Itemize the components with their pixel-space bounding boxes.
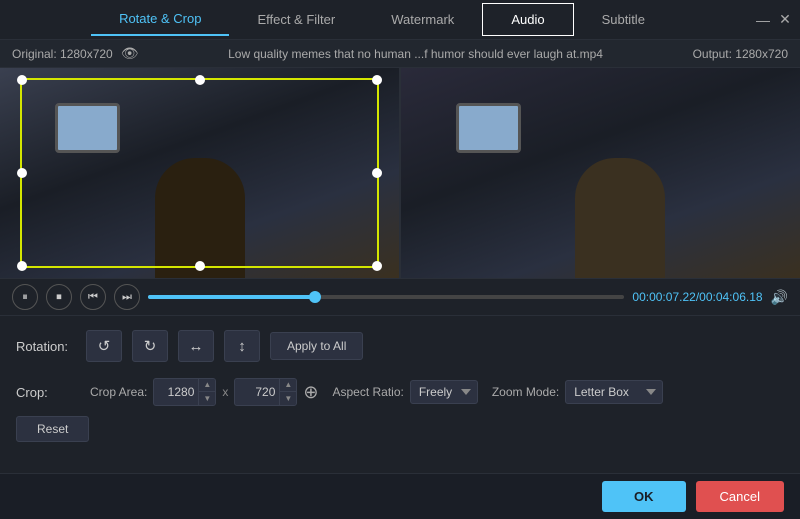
- bottom-panel: Rotation: ↺ ↻ ↔ ↕ Apply to All Crop: Cro…: [0, 316, 800, 452]
- reset-button[interactable]: Reset: [16, 416, 89, 442]
- progress-fill: [148, 295, 315, 299]
- output-size-label: Output: 1280x720: [693, 47, 788, 61]
- video-frame-right: [401, 68, 800, 278]
- tab-bar: Rotate & Crop Effect & Filter Watermark …: [8, 3, 756, 36]
- flip-horizontal-icon: ↔: [189, 338, 204, 355]
- tab-rotate-crop[interactable]: Rotate & Crop: [91, 3, 229, 36]
- preview-area: [0, 68, 800, 278]
- original-size-label: Original: 1280x720: [12, 47, 113, 61]
- pause-button[interactable]: ⏸: [12, 284, 38, 310]
- crop-handle-middle-left[interactable]: [17, 168, 27, 178]
- tab-subtitle[interactable]: Subtitle: [574, 4, 673, 35]
- info-bar: Original: 1280x720 👁 Low quality memes t…: [0, 40, 800, 68]
- height-spin-up[interactable]: ▲: [280, 379, 296, 392]
- width-spin-down[interactable]: ▼: [199, 392, 215, 405]
- next-button[interactable]: ⏭: [114, 284, 140, 310]
- flip-horizontal-button[interactable]: ↔: [178, 330, 214, 362]
- flip-vertical-icon: ↕: [238, 338, 246, 355]
- filename-label: Low quality memes that no human ...f hum…: [139, 47, 693, 61]
- crop-area-label: Crop Area:: [90, 385, 147, 399]
- rotate-right-button[interactable]: ↻: [132, 330, 168, 362]
- rotation-label: Rotation:: [16, 339, 76, 354]
- title-bar: Rotate & Crop Effect & Filter Watermark …: [0, 0, 800, 40]
- crop-handle-middle-right[interactable]: [372, 168, 382, 178]
- progress-thumb[interactable]: [309, 291, 321, 303]
- crop-handle-top-center[interactable]: [195, 75, 205, 85]
- window-controls: — ✕: [756, 13, 792, 27]
- current-time: 00:00:07.22: [632, 290, 695, 304]
- prev-button[interactable]: ⏮: [80, 284, 106, 310]
- person-silhouette-right: [575, 158, 665, 278]
- tab-watermark[interactable]: Watermark: [363, 4, 482, 35]
- crop-handle-bottom-center[interactable]: [195, 261, 205, 271]
- tv-screen-right: [456, 103, 521, 153]
- footer: OK Cancel: [0, 473, 800, 519]
- zoom-mode-group: Zoom Mode: Letter Box Pan & Scan Full: [492, 380, 663, 404]
- original-info: Original: 1280x720 👁: [12, 45, 139, 62]
- crop-label: Crop:: [16, 385, 76, 400]
- width-spin-up[interactable]: ▲: [199, 379, 215, 392]
- crop-handle-top-left[interactable]: [17, 75, 27, 85]
- aspect-ratio-select[interactable]: Freely 16:9 4:3 1:1 9:16: [410, 380, 478, 404]
- cancel-button[interactable]: Cancel: [696, 481, 784, 512]
- crop-handle-bottom-right[interactable]: [372, 261, 382, 271]
- visibility-icon[interactable]: 👁: [121, 45, 139, 62]
- tab-effect-filter[interactable]: Effect & Filter: [229, 4, 363, 35]
- crop-frame[interactable]: [20, 78, 379, 268]
- height-spin-down[interactable]: ▼: [280, 392, 296, 405]
- center-crop-icon[interactable]: ⊕: [303, 382, 318, 403]
- progress-track[interactable]: [148, 295, 624, 299]
- height-spin-buttons: ▲ ▼: [279, 379, 296, 405]
- crop-row: Crop: Crop Area: ▲ ▼ x ▲ ▼ ⊕ Aspect Rat: [16, 378, 784, 406]
- zoom-mode-label: Zoom Mode:: [492, 385, 559, 399]
- preview-left: [0, 68, 399, 278]
- ok-button[interactable]: OK: [602, 481, 686, 512]
- crop-width-input[interactable]: [154, 381, 198, 403]
- rotation-row: Rotation: ↺ ↻ ↔ ↕ Apply to All: [16, 330, 784, 362]
- aspect-ratio-label: Aspect Ratio:: [332, 385, 403, 399]
- zoom-mode-select[interactable]: Letter Box Pan & Scan Full: [565, 380, 663, 404]
- preview-right: [401, 68, 800, 278]
- crop-height-input[interactable]: [235, 381, 279, 403]
- width-spin-buttons: ▲ ▼: [198, 379, 215, 405]
- crop-handle-bottom-left[interactable]: [17, 261, 27, 271]
- time-display: 00:00:07.22/00:04:06.18: [632, 290, 762, 304]
- rotate-left-icon: ↺: [98, 337, 111, 355]
- total-time: 00:04:06.18: [699, 290, 762, 304]
- height-input-wrap: ▲ ▼: [234, 378, 297, 406]
- stop-button[interactable]: ⏹: [46, 284, 72, 310]
- rotate-right-icon: ↻: [144, 337, 157, 355]
- controls-bar: ⏸ ⏹ ⏮ ⏭ 00:00:07.22/00:04:06.18 🔊: [0, 278, 800, 316]
- rotate-left-button[interactable]: ↺: [86, 330, 122, 362]
- minimize-button[interactable]: —: [756, 13, 770, 27]
- crop-area-group: Crop Area: ▲ ▼ x ▲ ▼ ⊕: [90, 378, 318, 406]
- close-button[interactable]: ✕: [778, 13, 792, 27]
- size-separator: x: [222, 385, 228, 399]
- volume-icon[interactable]: 🔊: [771, 289, 788, 306]
- crop-handle-top-right[interactable]: [372, 75, 382, 85]
- apply-to-all-button[interactable]: Apply to All: [270, 332, 363, 360]
- tab-audio[interactable]: Audio: [482, 3, 573, 36]
- width-input-wrap: ▲ ▼: [153, 378, 216, 406]
- flip-vertical-button[interactable]: ↕: [224, 330, 260, 362]
- aspect-ratio-group: Aspect Ratio: Freely 16:9 4:3 1:1 9:16: [332, 380, 477, 404]
